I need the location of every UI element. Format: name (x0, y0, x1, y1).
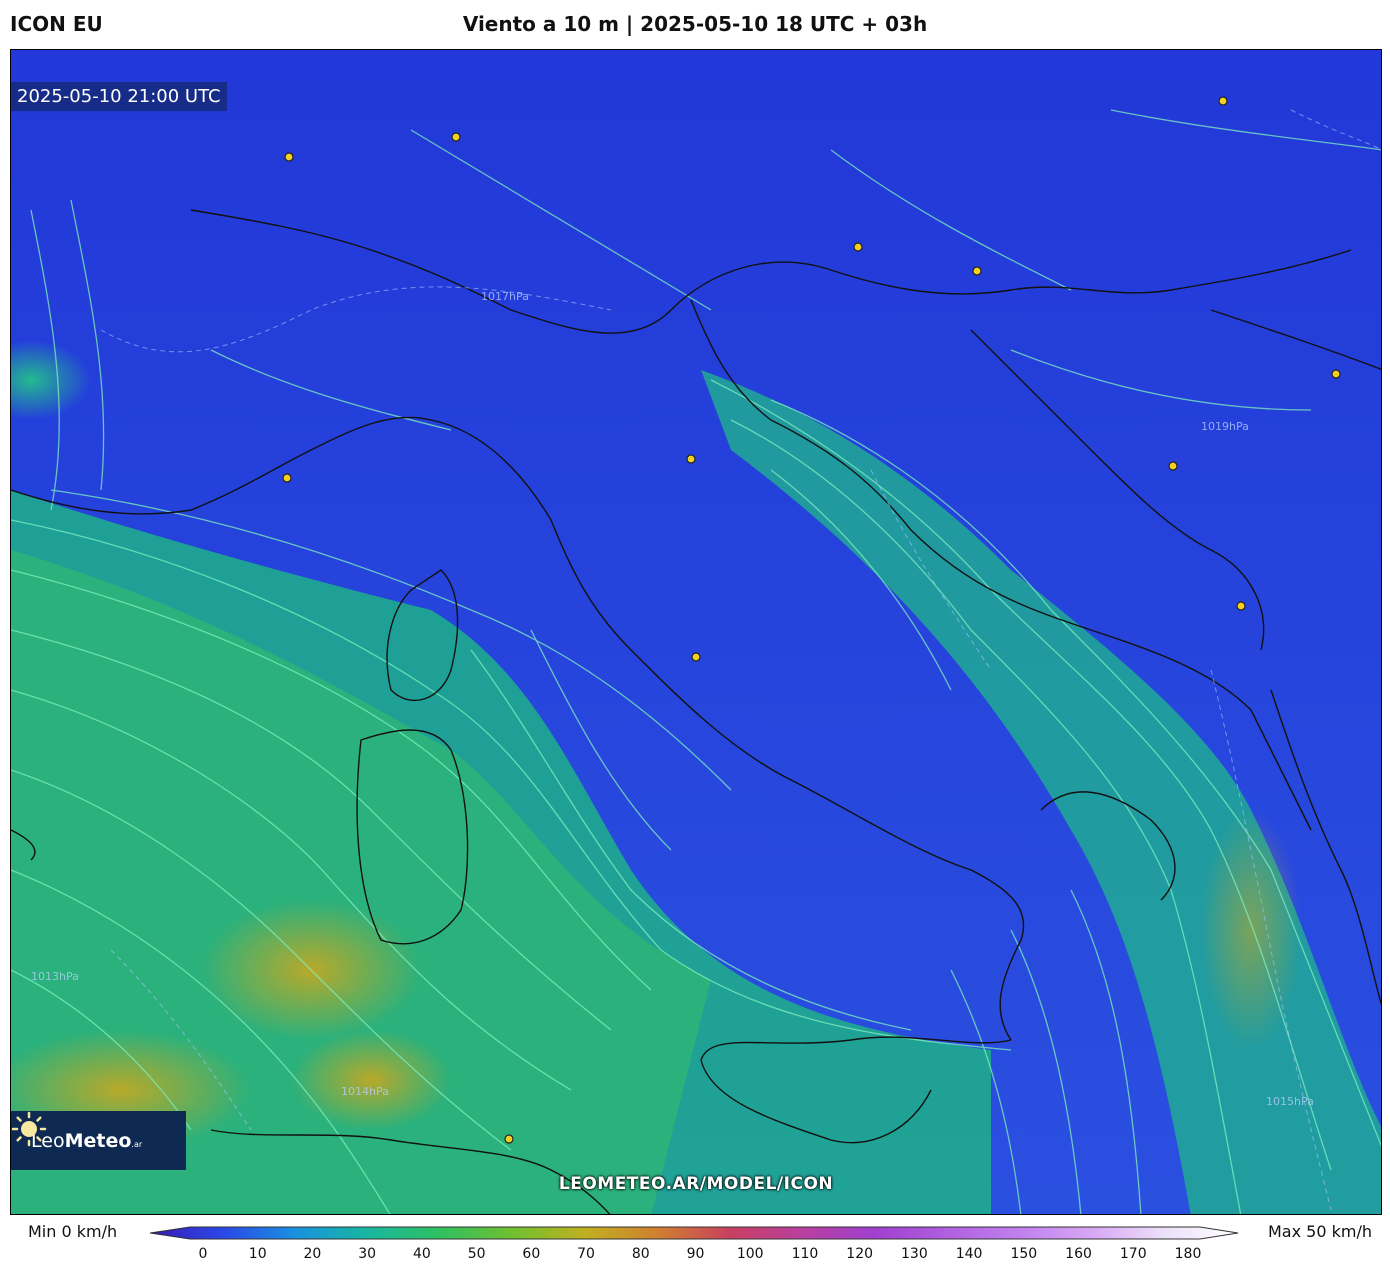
colorbar-tick-label: 70 (577, 1246, 595, 1262)
map-canvas: 1017hPa 1019hPa 1013hPa 1014hPa 1015hPa (11, 50, 1381, 1214)
city-marker[interactable] (284, 152, 294, 162)
logo-text: LeoMeteo.ar (31, 1129, 143, 1152)
isobar-label: 1014hPa (341, 1085, 389, 1098)
city-marker[interactable] (1168, 461, 1178, 471)
colorbar-tick-label: 100 (736, 1246, 764, 1262)
city-marker[interactable] (504, 1134, 514, 1144)
colorbar-fill (150, 1226, 1239, 1240)
colorbar-tick-label: 60 (522, 1246, 541, 1262)
colorbar-tick-label: 170 (1119, 1246, 1147, 1262)
city-marker[interactable] (691, 652, 701, 662)
wind-map: 1017hPa 1019hPa 1013hPa 1014hPa 1015hPa … (10, 49, 1382, 1215)
isobar-label: 1017hPa (481, 290, 529, 303)
isobar-label: 1015hPa (1266, 1095, 1314, 1108)
wind-max-zone-3 (291, 1030, 451, 1130)
colorbar-tick-label: 20 (303, 1246, 322, 1262)
colorbar-tick-label: 80 (631, 1246, 650, 1262)
isobar-label: 1013hPa (31, 970, 79, 983)
city-marker[interactable] (282, 473, 292, 483)
colorbar-tick-label: 30 (358, 1246, 377, 1262)
legend-min-label: Min 0 km/h (28, 1222, 118, 1241)
colorbar-tick-label: 150 (1010, 1246, 1038, 1262)
colorbar-tick-label: 180 (1174, 1246, 1202, 1262)
sun-icon (11, 1111, 47, 1147)
site-watermark: LEOMETEO.AR/MODEL/ICON (558, 1174, 834, 1194)
city-marker[interactable] (972, 266, 982, 276)
colorbar-tick-label: 10 (248, 1246, 267, 1262)
colorbar-ticks: 0 10 20 30 40 50 60 70 80 90 100 110 120 130 140 150 160… (0, 1246, 1390, 1266)
legend-max-label: Max 50 km/h (1268, 1222, 1372, 1241)
leometeo-logo[interactable]: LeoMeteo.ar (11, 1111, 186, 1170)
city-marker[interactable] (1218, 96, 1228, 106)
city-marker[interactable] (1236, 601, 1246, 611)
city-marker[interactable] (451, 132, 461, 142)
colorbar-tick-label: 130 (901, 1246, 928, 1262)
city-marker[interactable] (853, 242, 863, 252)
colorbar-tick-label: 50 (467, 1246, 486, 1262)
colorbar-tick-label: 90 (686, 1246, 705, 1262)
isobar-label: 1019hPa (1201, 420, 1249, 433)
wind-max-zone-4 (1201, 810, 1301, 1050)
colorbar-tick-label: 160 (1065, 1246, 1092, 1262)
colorbar-tick-label: 0 (198, 1246, 208, 1262)
colorbar (150, 1226, 1239, 1240)
chart-title: Viento a 10 m | 2025-05-10 18 UTC + 03h (462, 12, 928, 36)
colorbar-tick-label: 110 (791, 1246, 819, 1262)
colorbar-tick-label: 120 (846, 1246, 874, 1262)
valid-time-label: 2025-05-10 21:00 UTC (11, 82, 227, 111)
colorbar-tick-label: 40 (412, 1246, 431, 1262)
city-marker[interactable] (686, 454, 696, 464)
colorbar-tick-label: 140 (955, 1246, 983, 1262)
city-marker[interactable] (1331, 369, 1341, 379)
